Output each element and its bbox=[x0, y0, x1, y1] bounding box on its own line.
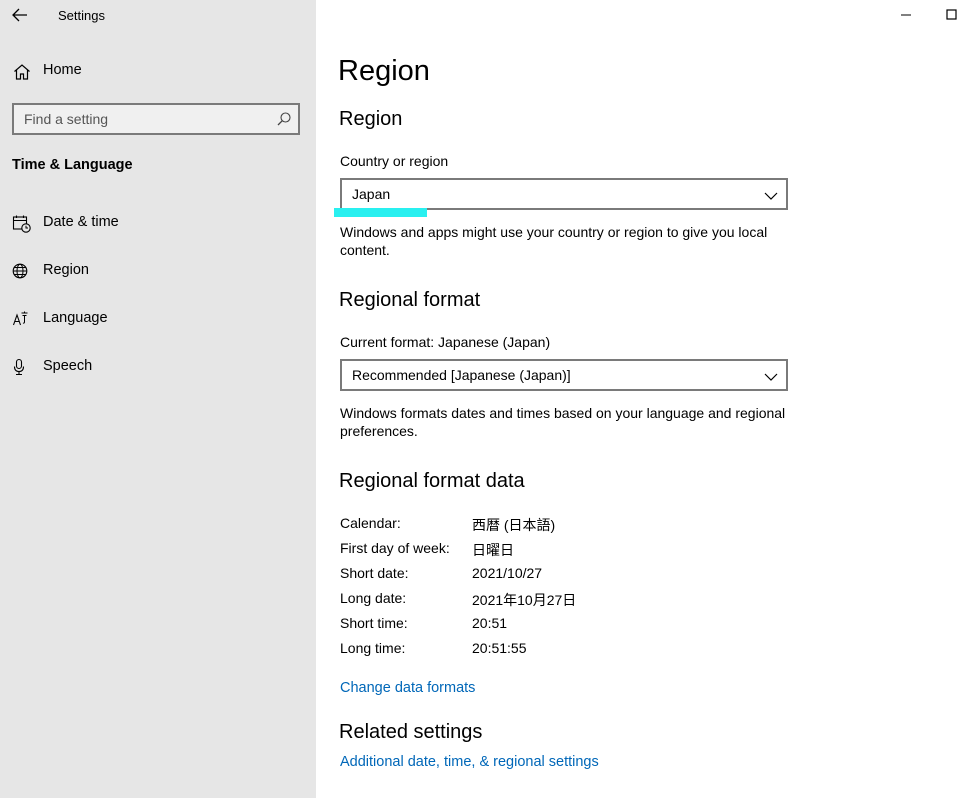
sidebar-item-label: Region bbox=[43, 262, 89, 278]
long-date-value: 2021年10月27日 bbox=[472, 592, 577, 608]
section-title: Time & Language bbox=[12, 157, 133, 173]
language-icon bbox=[12, 310, 32, 330]
sidebar-item-date-time[interactable]: Date & time bbox=[0, 206, 316, 242]
back-arrow-icon bbox=[12, 8, 27, 22]
first-day-label: First day of week: bbox=[340, 540, 450, 556]
search-box[interactable] bbox=[12, 103, 300, 135]
short-date-value: 2021/10/27 bbox=[472, 565, 543, 581]
sidebar-item-speech[interactable]: Speech bbox=[0, 350, 316, 386]
regional-format-data-heading: Regional format data bbox=[339, 470, 525, 492]
minimize-icon bbox=[901, 14, 911, 16]
globe-icon bbox=[12, 262, 32, 282]
focus-highlight bbox=[334, 208, 427, 217]
regional-format-description: Windows formats dates and times based on… bbox=[340, 405, 786, 439]
long-date-label: Long date: bbox=[340, 590, 407, 606]
maximize-button[interactable] bbox=[940, 4, 964, 26]
app-title: Settings bbox=[58, 8, 105, 23]
short-time-value: 20:51 bbox=[472, 615, 508, 631]
short-time-label: Short time: bbox=[340, 615, 408, 631]
related-settings-heading: Related settings bbox=[339, 721, 483, 743]
long-time-value: 20:51:55 bbox=[472, 640, 527, 656]
chevron-down-icon bbox=[764, 369, 778, 381]
regional-format-heading: Regional format bbox=[339, 289, 481, 311]
country-value: Japan bbox=[352, 186, 391, 202]
microphone-icon bbox=[12, 358, 32, 378]
country-label: Country or region bbox=[340, 153, 449, 169]
search-icon[interactable] bbox=[276, 111, 292, 127]
region-heading: Region bbox=[339, 108, 403, 130]
first-day-value: 日曜日 bbox=[472, 542, 514, 558]
calendar-label: Calendar: bbox=[340, 515, 401, 531]
sidebar-item-label: Home bbox=[43, 62, 82, 78]
sidebar-item-home[interactable]: Home bbox=[0, 54, 316, 90]
page-title: Region bbox=[338, 55, 430, 87]
long-time-label: Long time: bbox=[340, 640, 406, 656]
current-format-label: Current format: Japanese (Japan) bbox=[340, 334, 551, 350]
chevron-down-icon bbox=[764, 188, 778, 200]
short-date-label: Short date: bbox=[340, 565, 409, 581]
sidebar-item-label: Speech bbox=[43, 358, 93, 374]
back-button[interactable] bbox=[8, 4, 32, 26]
home-icon bbox=[12, 62, 32, 82]
country-dropdown[interactable]: Japan bbox=[340, 178, 788, 210]
sidebar-item-region[interactable]: Region bbox=[0, 254, 316, 290]
sidebar: Settings Home Time & Language D bbox=[0, 0, 316, 798]
search-input[interactable] bbox=[14, 105, 274, 133]
regional-format-value: Recommended [Japanese (Japan)] bbox=[352, 367, 571, 383]
sidebar-item-label: Date & time bbox=[43, 214, 119, 230]
sidebar-item-label: Language bbox=[43, 310, 108, 326]
additional-settings-link[interactable]: Additional date, time, & regional settin… bbox=[340, 754, 599, 770]
calendar-clock-icon bbox=[12, 214, 32, 234]
change-data-formats-link[interactable]: Change data formats bbox=[340, 680, 475, 696]
sidebar-item-language[interactable]: Language bbox=[0, 302, 316, 338]
region-description: Windows and apps might use your country … bbox=[340, 224, 768, 258]
calendar-value: 西暦 (日本語) bbox=[472, 517, 556, 533]
maximize-icon bbox=[946, 9, 957, 20]
minimize-button[interactable] bbox=[894, 4, 918, 26]
regional-format-dropdown[interactable]: Recommended [Japanese (Japan)] bbox=[340, 359, 788, 391]
